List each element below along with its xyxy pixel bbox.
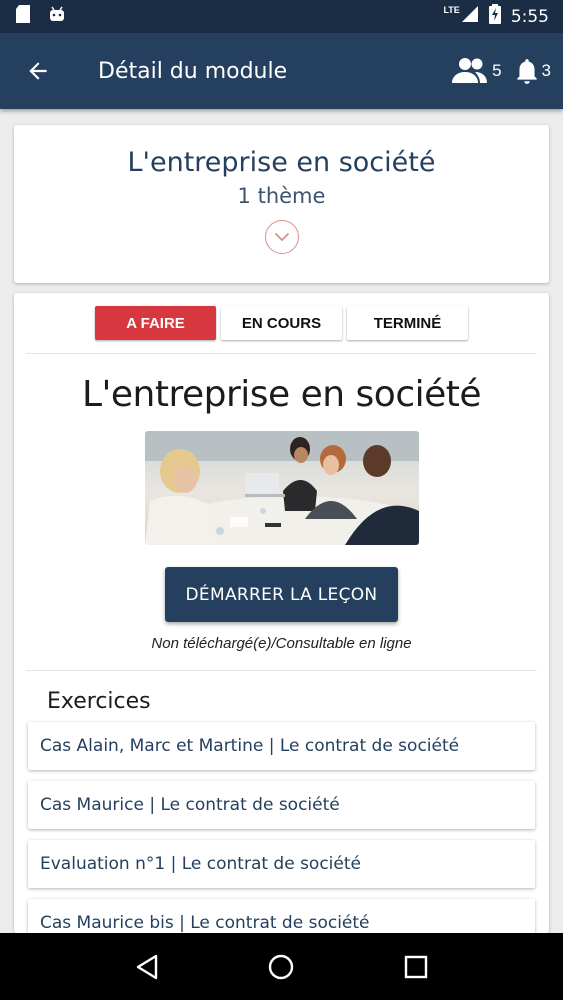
circle-home-icon [269, 954, 294, 979]
clock: 5:55 [510, 6, 549, 27]
exercise-item[interactable]: Cas Maurice | Le contrat de société [28, 781, 535, 829]
android-icon [48, 5, 66, 28]
download-status: Non téléchargé(e)/Consultable en ligne [151, 635, 412, 652]
sd-card-icon [14, 4, 32, 29]
group-icon [452, 58, 488, 83]
start-lesson-button[interactable]: DÉMARRER LA LEÇON [165, 567, 398, 622]
module-subtitle: 1 thème [237, 184, 326, 208]
back-button[interactable] [0, 33, 76, 109]
lesson-image [144, 431, 419, 545]
status-tabs: A FAIRE EN COURS TERMINÉ [14, 293, 549, 340]
divider [26, 670, 537, 671]
group-button[interactable]: 5 [448, 56, 502, 86]
exercise-item[interactable]: Cas Alain, Marc et Martine | Le contrat … [28, 722, 535, 770]
notifications-button[interactable]: 3 [514, 57, 551, 85]
arrow-left-icon [29, 62, 47, 80]
chevron-down-icon [274, 232, 289, 242]
nav-home-button[interactable] [261, 947, 301, 987]
app-bar: Détail du module 5 3 [0, 33, 563, 109]
exercises-header: Exercices [47, 689, 151, 714]
tab-en-cours[interactable]: EN COURS [221, 306, 342, 340]
exercise-item[interactable]: Cas Maurice bis | Le contrat de société [28, 899, 535, 933]
square-recents-icon [404, 955, 428, 978]
module-title: L'entreprise en société [127, 147, 436, 178]
expand-button[interactable] [264, 220, 299, 254]
group-count: 5 [492, 61, 502, 80]
tab-termine[interactable]: TERMINÉ [347, 306, 468, 340]
triangle-back-icon [136, 954, 158, 979]
bell-icon [516, 59, 537, 84]
tab-a-faire[interactable]: A FAIRE [95, 306, 216, 340]
nav-back-button[interactable] [127, 947, 167, 987]
divider [26, 353, 537, 354]
notifications-count: 3 [541, 61, 551, 80]
page-title: Détail du module [98, 58, 288, 84]
lesson-card: A FAIRE EN COURS TERMINÉ L'entreprise en… [14, 293, 549, 933]
exercise-item[interactable]: Evaluation n°1 | Le contrat de société [28, 840, 535, 888]
signal-icon [461, 5, 479, 28]
status-bar: LTE 5:55 [0, 0, 563, 33]
module-header-card: L'entreprise en société 1 thème [14, 125, 549, 283]
lesson-title: L'entreprise en société [81, 374, 482, 415]
nav-recents-button[interactable] [396, 947, 436, 987]
exercise-list: Cas Alain, Marc et Martine | Le contrat … [28, 722, 535, 933]
network-type: LTE [443, 5, 460, 15]
system-nav-bar [0, 933, 563, 1000]
battery-icon [488, 4, 501, 29]
